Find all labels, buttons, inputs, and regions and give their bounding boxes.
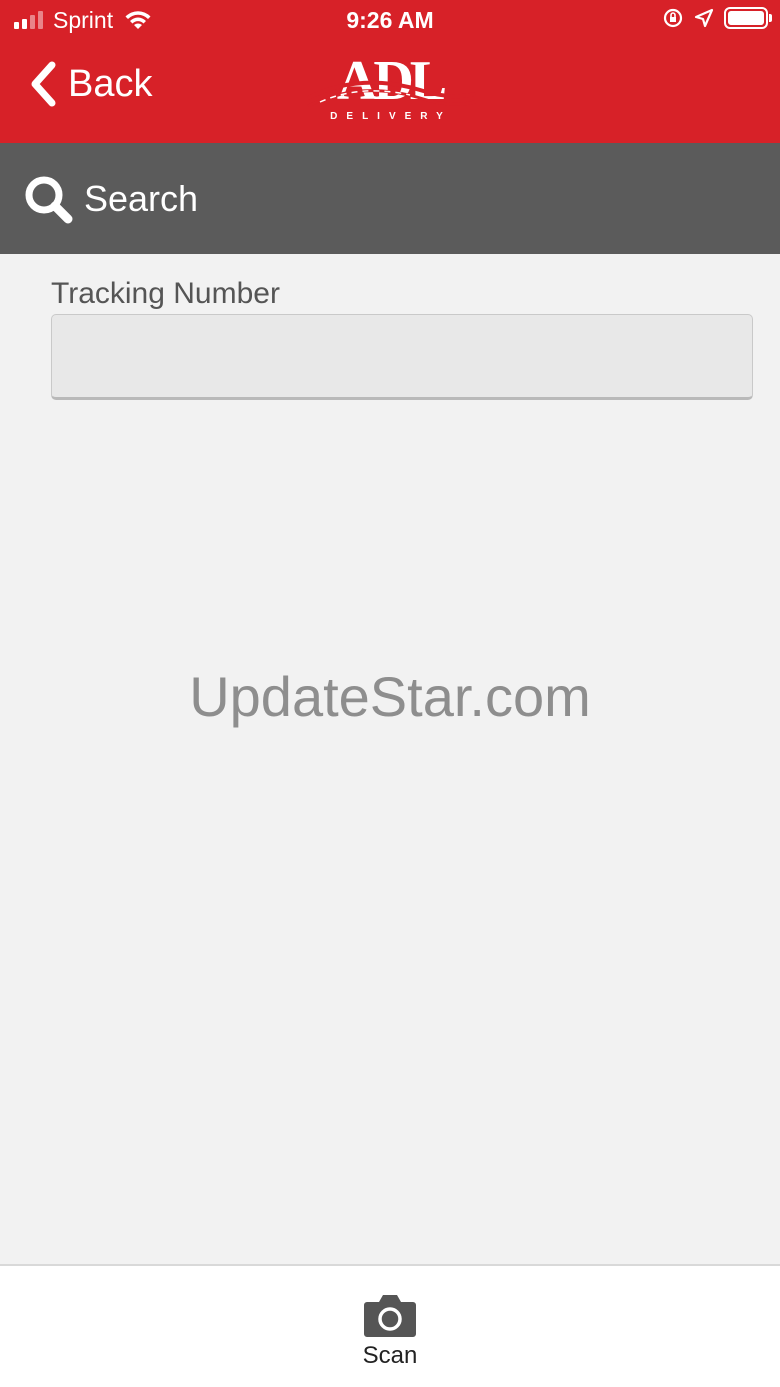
screen: Sprint 9:26 AM Back ADL DELIVERY Search … <box>0 0 780 1387</box>
scan-tab[interactable]: Scan <box>340 1292 440 1376</box>
orientation-lock-icon <box>663 8 683 28</box>
search-header: Search <box>0 143 780 254</box>
scan-label: Scan <box>362 1342 418 1369</box>
tracking-number-input[interactable] <box>51 314 753 400</box>
brand-logo: ADL DELIVERY <box>300 50 480 130</box>
location-icon <box>694 8 714 28</box>
page-title: Search <box>84 177 199 219</box>
nav-bar: Back ADL DELIVERY <box>0 40 780 143</box>
chevron-left-icon <box>31 61 56 107</box>
status-right <box>662 7 772 29</box>
back-label: Back <box>68 63 153 105</box>
search-icon <box>25 176 73 223</box>
watermark-text: UpdateStar.com <box>189 665 591 728</box>
camera-icon <box>364 1295 416 1337</box>
status-bar: Sprint 9:26 AM <box>0 0 780 40</box>
battery-icon <box>724 7 772 29</box>
battery-fill <box>728 11 764 25</box>
back-button[interactable]: Back <box>30 56 152 112</box>
bottom-tab-bar: Scan <box>0 1264 780 1387</box>
tracking-number-label: Tracking Number <box>51 277 280 310</box>
logo-subtext: DELIVERY <box>330 111 452 122</box>
